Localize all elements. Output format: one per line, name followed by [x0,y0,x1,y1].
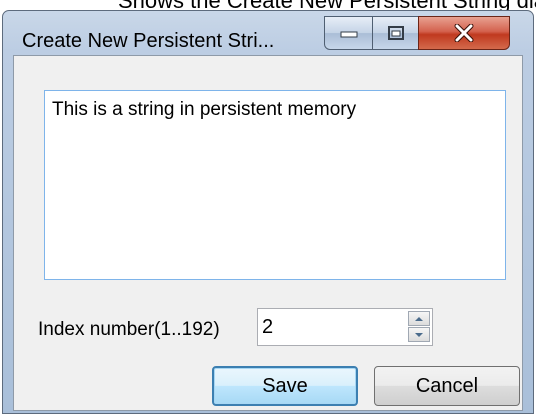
close-button[interactable] [418,16,510,50]
minimize-button[interactable] [324,16,373,50]
index-number-input[interactable] [258,309,398,345]
stepper-down-button[interactable] [408,327,430,342]
maximize-button[interactable] [372,16,419,50]
cancel-button[interactable]: Cancel [374,366,520,406]
dialog-client-area: This is a string in persistent memory In… [13,55,523,411]
stepper-buttons [408,311,430,343]
stepper-up-button[interactable] [408,311,430,326]
save-button[interactable]: Save [212,366,358,406]
minimize-icon [340,31,357,38]
string-textarea[interactable]: This is a string in persistent memory [44,90,506,280]
close-icon [454,24,474,42]
dialog-window: Create New Persistent Stri... This is a … [2,10,534,414]
index-number-stepper[interactable] [257,308,433,346]
maximize-icon [387,26,404,40]
window-title: Create New Persistent Stri... [22,30,275,52]
index-number-label: Index number(1..192) [38,319,220,340]
spin-up-arrow-icon [415,316,423,321]
spin-down-arrow-icon [415,332,423,337]
